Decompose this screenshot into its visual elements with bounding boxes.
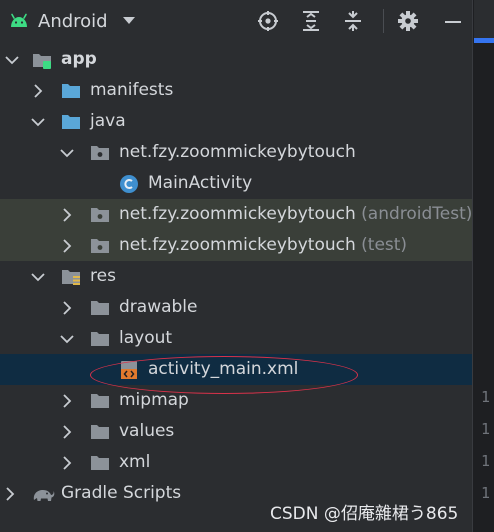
chevron-right-icon[interactable] [59, 393, 75, 409]
chevron-right-icon[interactable] [30, 83, 46, 99]
package-icon [91, 146, 109, 160]
chevron-right-icon[interactable] [2, 486, 18, 502]
folder-icon [91, 301, 109, 315]
chevron-down-icon[interactable] [30, 114, 46, 130]
tree-node-activity-main[interactable]: activity_main.xml [0, 354, 472, 385]
tree-node-package-main[interactable]: net.fzy.zoommickeybytouch [0, 137, 472, 168]
chevron-down-icon[interactable] [4, 52, 20, 68]
tree-node-package-test[interactable]: net.fzy.zoommickeybytouch (test) [0, 230, 472, 261]
tree-node-label: drawable [119, 297, 198, 317]
folder-icon [91, 456, 109, 470]
expand-all-icon[interactable] [298, 8, 324, 34]
tree-node-label: app [61, 49, 97, 69]
module-folder-icon [33, 54, 51, 69]
chevron-right-icon[interactable] [59, 207, 75, 223]
project-tree: app manifests java net.fzy.zoommickeybyt… [0, 44, 472, 509]
tree-node-label: values [119, 421, 175, 441]
tree-node-xml[interactable]: xml [0, 447, 472, 478]
view-mode-selector[interactable]: Android [8, 7, 136, 35]
tree-node-label: net.fzy.zoommickeybytouch [119, 142, 356, 162]
layout-file-icon [121, 361, 137, 379]
collapse-all-icon[interactable] [340, 8, 366, 34]
resources-folder-icon [62, 270, 80, 285]
view-mode-label: Android [38, 10, 108, 32]
tree-node-label: activity_main.xml [148, 359, 299, 379]
editor-tab-accent [474, 38, 494, 43]
tree-node-label: layout [119, 328, 173, 348]
project-toolbar: Android [0, 0, 472, 44]
tree-node-mipmap[interactable]: mipmap [0, 385, 472, 416]
gear-icon[interactable] [395, 8, 421, 34]
line-number: 1 [481, 420, 491, 438]
locate-icon[interactable] [255, 8, 281, 34]
tree-node-package-android-test[interactable]: net.fzy.zoommickeybytouch (androidTest) [0, 199, 472, 230]
tree-node-label-group: net.fzy.zoommickeybytouch (androidTest) [119, 204, 472, 224]
source-set-suffix: (test) [361, 235, 408, 255]
source-set-suffix: (androidTest) [361, 204, 473, 224]
tree-node-manifests[interactable]: manifests [0, 75, 472, 106]
folder-icon [91, 394, 109, 408]
chevron-right-icon[interactable] [59, 424, 75, 440]
tree-node-label: net.fzy.zoommickeybytouch [119, 204, 356, 224]
line-number: 1 [481, 452, 491, 470]
tree-node-label: java [90, 111, 126, 131]
toolbar-separator [383, 9, 384, 33]
project-panel: Android 1 1 1 1 app manifests java net.f… [0, 0, 494, 532]
folder-icon [91, 332, 109, 346]
class-icon [120, 175, 138, 193]
editor-edge: 1 1 1 1 [472, 0, 494, 532]
chevron-right-icon[interactable] [59, 455, 75, 471]
line-number: 1 [481, 388, 491, 406]
package-icon [91, 208, 109, 222]
folder-icon [62, 115, 80, 129]
tree-node-label: MainActivity [148, 173, 253, 193]
line-number: 1 [481, 484, 491, 502]
folder-icon [62, 84, 80, 98]
chevron-down-icon[interactable] [30, 269, 46, 285]
chevron-down-icon[interactable] [59, 145, 75, 161]
tree-node-main-activity[interactable]: MainActivity [0, 168, 472, 199]
tree-node-label-group: net.fzy.zoommickeybytouch (test) [119, 235, 407, 255]
tree-node-label: xml [119, 452, 151, 472]
editor-tab[interactable] [474, 0, 494, 38]
gradle-elephant-icon [33, 490, 55, 501]
chevron-down-icon[interactable] [59, 331, 75, 347]
watermark: CSDN @佋庵雜桾う865 [270, 504, 459, 524]
tree-node-app[interactable]: app [0, 44, 472, 75]
tree-node-res[interactable]: res [0, 261, 472, 292]
tree-node-label: Gradle Scripts [61, 483, 182, 503]
android-icon [11, 13, 27, 27]
chevron-down-icon [122, 17, 135, 24]
tree-node-values[interactable]: values [0, 416, 472, 447]
minimize-icon[interactable] [440, 8, 466, 34]
tree-node-layout[interactable]: layout [0, 323, 472, 354]
chevron-right-icon[interactable] [59, 300, 75, 316]
tree-node-label: net.fzy.zoommickeybytouch [119, 235, 356, 255]
tree-node-label: mipmap [119, 390, 189, 410]
tree-node-label: manifests [90, 80, 174, 100]
tree-node-java[interactable]: java [0, 106, 472, 137]
tree-node-label: res [90, 266, 116, 286]
folder-icon [91, 425, 109, 439]
package-icon [91, 239, 109, 253]
chevron-right-icon[interactable] [59, 238, 75, 254]
tree-node-drawable[interactable]: drawable [0, 292, 472, 323]
